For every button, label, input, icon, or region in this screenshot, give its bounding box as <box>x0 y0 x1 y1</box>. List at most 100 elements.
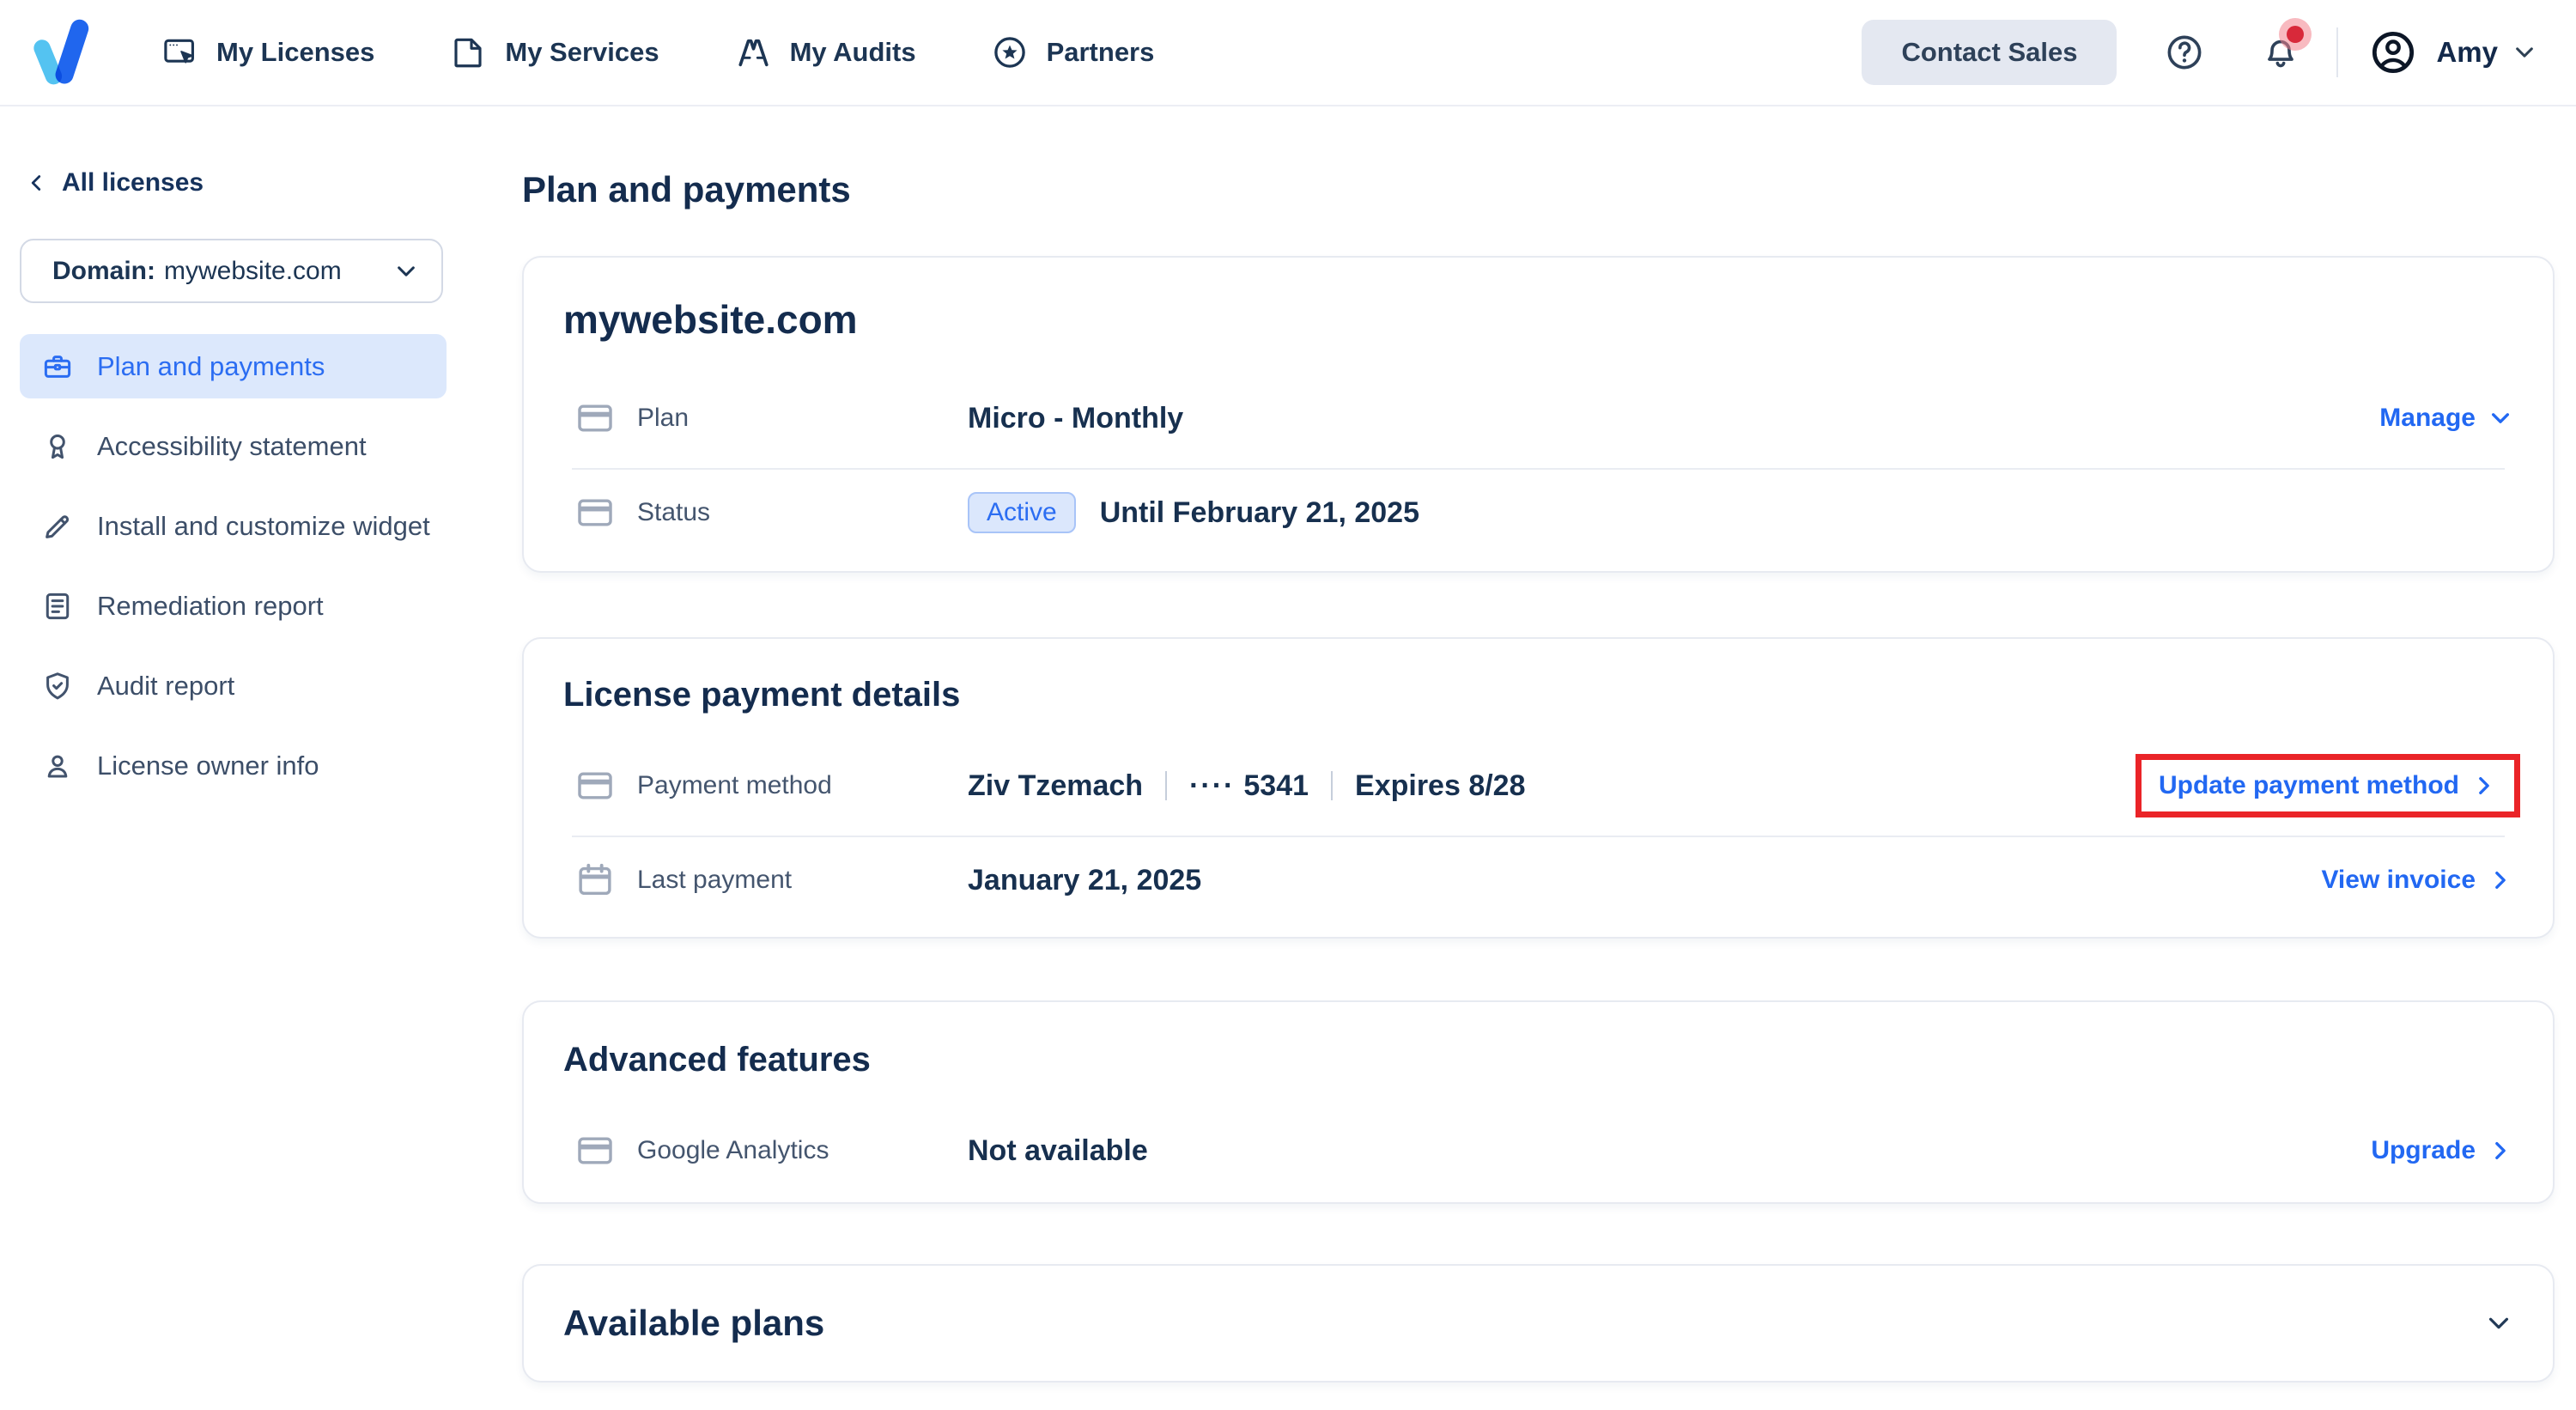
manage-plan-link[interactable]: Manage <box>2379 404 2513 433</box>
status-badge: Active <box>968 492 1076 534</box>
credit-card-icon <box>578 404 612 432</box>
sidebar-item-label: Install and customize widget <box>97 510 430 541</box>
brand-logo[interactable] <box>24 16 96 88</box>
available-plans-title: Available plans <box>563 1303 825 1344</box>
top-nav: My Licenses My Services My Audits Partne… <box>0 0 2576 106</box>
partners-icon <box>992 34 1028 70</box>
credit-card-icon <box>578 772 612 799</box>
domain-selector-label: Domain: <box>52 256 155 285</box>
red-annotation-box: Update payment method <box>2135 754 2520 818</box>
back-link-label: All licenses <box>62 168 204 197</box>
sidebar-menu: Plan and payments Accessibility statemen… <box>20 334 447 798</box>
page-layout: All licenses Domain: mywebsite.com Plan … <box>0 106 2576 1408</box>
value-separator <box>1165 771 1168 801</box>
update-payment-method-link[interactable]: Update payment method <box>2159 771 2497 800</box>
google-analytics-row: Google Analytics Not available Upgrade <box>563 1108 2513 1194</box>
nav-item-label: Partners <box>1046 37 1155 67</box>
payment-card-title: License payment details <box>563 676 961 714</box>
payment-details-card: License payment details Payment method Z… <box>522 637 2555 939</box>
page-title: Plan and payments <box>522 169 851 210</box>
chevron-right-icon <box>2495 872 2506 890</box>
available-plans-card[interactable]: Available plans <box>522 1264 2555 1383</box>
sidebar-item-label: Accessibility statement <box>97 430 367 461</box>
license-overview-card: mywebsite.com Plan Micro - Monthly Manag… <box>522 256 2555 574</box>
view-invoice-link[interactable]: View invoice <box>2321 866 2513 895</box>
status-row-value: Until February 21, 2025 <box>1099 495 1419 529</box>
chevron-left-icon <box>31 175 41 191</box>
nav-item-my-licenses[interactable]: My Licenses <box>161 34 374 70</box>
domain-selector-value: mywebsite.com <box>164 256 342 285</box>
shield-check-icon <box>46 672 69 699</box>
status-row: Status Active Until February 21, 2025 <box>563 470 2513 556</box>
question-icon <box>2168 35 2202 70</box>
status-row-label: Status <box>637 498 711 527</box>
help-button[interactable] <box>2165 33 2204 72</box>
licenses-icon <box>161 34 197 70</box>
update-payment-method-label: Update payment method <box>2158 771 2459 800</box>
credit-card-icon <box>578 1137 612 1164</box>
card-last4: 5341 <box>1243 769 1309 802</box>
award-icon <box>50 434 65 459</box>
nav-divider <box>2336 27 2339 77</box>
sidebar-item-label: Remediation report <box>97 590 324 621</box>
sidebar-item-label: Plan and payments <box>97 350 325 381</box>
calendar-icon <box>579 864 611 896</box>
upgrade-link[interactable]: Upgrade <box>2371 1136 2513 1165</box>
services-icon <box>450 34 486 70</box>
upgrade-label: Upgrade <box>2371 1136 2476 1165</box>
domain-selector[interactable]: Domain: mywebsite.com <box>20 239 443 303</box>
license-card-title: mywebsite.com <box>563 297 858 343</box>
card-number-mask: ···· <box>1189 769 1236 802</box>
payment-method-label: Payment method <box>637 771 832 800</box>
nav-item-my-services[interactable]: My Services <box>450 34 659 70</box>
notification-badge-dot <box>2287 26 2305 43</box>
chevron-down-icon[interactable] <box>2484 1309 2513 1338</box>
audits-icon <box>735 34 771 70</box>
briefcase-icon <box>44 355 71 378</box>
sidebar-item-label: Audit report <box>97 670 235 701</box>
google-analytics-value: Not available <box>968 1133 1148 1167</box>
user-menu[interactable]: Amy <box>2371 30 2537 75</box>
nav-right-cluster: Contact Sales Amy <box>1862 20 2537 85</box>
sidebar: All licenses Domain: mywebsite.com Plan … <box>0 106 477 1408</box>
primary-nav: My Licenses My Services My Audits Partne… <box>161 34 1154 70</box>
back-to-all-licenses[interactable]: All licenses <box>20 168 204 198</box>
chevron-down-icon <box>2492 413 2509 424</box>
chevron-down-icon <box>398 265 415 277</box>
avatar-icon <box>2372 31 2415 74</box>
user-name: Amy <box>2436 36 2498 68</box>
advanced-features-card: Advanced features Google Analytics Not a… <box>522 1000 2555 1205</box>
chevron-right-icon <box>2495 1142 2506 1160</box>
last-payment-value: January 21, 2025 <box>968 863 1202 896</box>
sidebar-item-remediation-report[interactable]: Remediation report <box>20 574 447 638</box>
notifications-button[interactable] <box>2261 26 2305 72</box>
value-separator <box>1331 771 1334 801</box>
nav-item-my-audits[interactable]: My Audits <box>735 34 916 70</box>
sidebar-item-accessibility-statement[interactable]: Accessibility statement <box>20 414 447 478</box>
sidebar-item-audit-report[interactable]: Audit report <box>20 653 447 718</box>
plan-row-label: Plan <box>637 404 690 433</box>
nav-item-label: My Licenses <box>216 37 375 67</box>
sidebar-item-license-owner-info[interactable]: License owner info <box>20 733 447 798</box>
payment-method-row: Payment method Ziv Tzemach ···· 5341 Exp… <box>563 743 2520 829</box>
payment-method-value: Ziv Tzemach ···· 5341 Expires 8/28 <box>968 769 1526 803</box>
cardholder-name: Ziv Tzemach <box>968 769 1144 802</box>
main-content: Plan and payments mywebsite.com Plan Mic… <box>477 106 2576 1408</box>
nav-item-label: My Services <box>505 37 659 67</box>
pencil-icon <box>46 514 70 538</box>
nav-item-label: My Audits <box>789 37 916 67</box>
report-icon <box>46 593 70 619</box>
chevron-right-icon <box>2479 777 2489 795</box>
plan-row: Plan Micro - Monthly Manage <box>563 375 2513 461</box>
contact-sales-button[interactable]: Contact Sales <box>1862 20 2117 85</box>
card-expiry: Expires 8/28 <box>1355 769 1526 802</box>
sidebar-item-plan-and-payments[interactable]: Plan and payments <box>20 334 447 398</box>
credit-card-icon <box>578 499 612 526</box>
manage-plan-label: Manage <box>2379 404 2476 433</box>
person-icon <box>47 755 68 778</box>
nav-item-partners[interactable]: Partners <box>992 34 1155 70</box>
brand-logo-icon <box>33 19 89 85</box>
sidebar-item-install-and-customize-widget[interactable]: Install and customize widget <box>20 494 447 558</box>
advanced-features-title: Advanced features <box>563 1041 871 1079</box>
sidebar-item-label: License owner info <box>97 750 319 781</box>
